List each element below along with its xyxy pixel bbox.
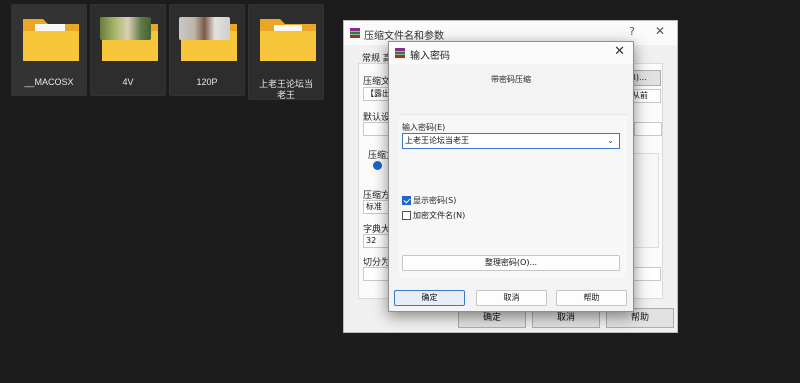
desktop-icon-label: 4V [122,77,134,87]
password-value: 上老王论坛当老王 [405,136,469,145]
show-password-label: 显示密码(S) [413,195,457,205]
help-button[interactable]: 帮助 [556,290,627,306]
profile-dropdown[interactable] [634,122,662,136]
chevron-down-icon[interactable]: ⌄ [607,134,614,148]
dialog-subtitle: 带密码压缩 [491,75,531,84]
dialog-title: 输入密码 [410,51,450,62]
close-icon[interactable]: ✕ [614,44,625,59]
winrar-icon [395,48,405,58]
winrar-icon [350,28,360,38]
desktop-icon-macosx[interactable]: __MACOSX [11,4,87,96]
desktop-icon-label: __MACOSX [24,77,74,87]
encrypt-filenames-label: 加密文件名(N) [413,210,466,220]
format-radio[interactable] [373,161,382,170]
close-icon[interactable]: ✕ [655,24,665,38]
show-password-checkbox[interactable]: 显示密码(S) [402,194,456,206]
checkbox-unchecked-icon [402,210,411,220]
desktop-icon-4v[interactable]: 4V [90,4,166,96]
password-label: 输入密码(E) [402,123,446,132]
window-title: 压缩文件名和参数 [364,31,444,42]
split-unit-select[interactable] [633,267,661,281]
desktop-icon-label: 上老王论坛当老王 [258,79,313,100]
title-bar: 输入密码 ✕ [389,42,633,64]
password-input[interactable]: 上老王论坛当老王 ⌄ [402,133,620,149]
checkbox-checked-icon [402,195,411,205]
folder-icon [260,19,316,61]
cancel-button[interactable]: 取消 [476,290,547,306]
encrypt-filenames-checkbox[interactable]: 加密文件名(N) [402,209,465,221]
ok-button[interactable]: 确定 [394,290,465,306]
desktop-icon-120p[interactable]: 120P [169,4,245,96]
thumbnail-preview [100,17,151,40]
thumbnail-preview [179,17,230,40]
folder-icon [23,19,79,61]
enter-password-dialog: 输入密码 ✕ 带密码压缩 输入密码(E) 上老王论坛当老王 ⌄ 显示密码(S) … [388,41,634,312]
organize-passwords-button[interactable]: 整理密码(O)... [402,255,620,271]
desktop-icon-laowang[interactable]: 上老王论坛当老王 [248,4,324,100]
help-icon[interactable]: ? [629,25,635,38]
desktop-icon-label: 120P [196,77,218,87]
